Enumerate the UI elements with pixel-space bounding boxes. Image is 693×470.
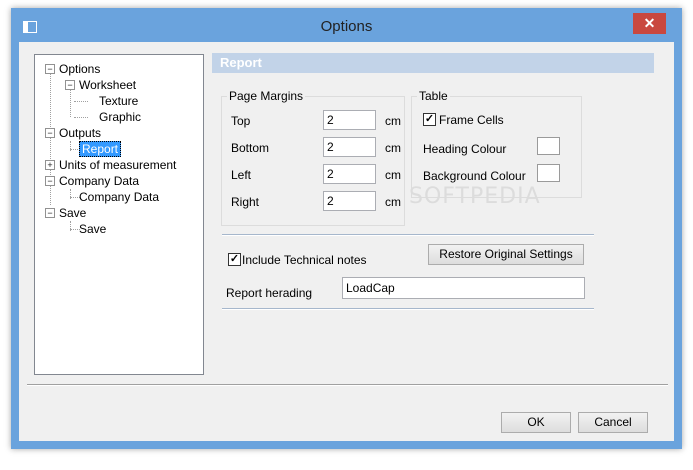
tree-line bbox=[74, 117, 88, 118]
options-window: Options ✕ − Options − Worksheet Texture … bbox=[11, 8, 682, 449]
collapse-icon[interactable]: − bbox=[45, 208, 55, 218]
unit-label: cm bbox=[385, 141, 401, 155]
tree-item-label: Worksheet bbox=[79, 78, 137, 92]
top-margin-label: Top bbox=[231, 114, 251, 128]
title-bar[interactable]: Options ✕ bbox=[11, 8, 682, 42]
tree-item-report[interactable]: Report bbox=[79, 141, 122, 157]
bottom-margin-label: Bottom bbox=[231, 141, 270, 155]
tree-item-label: Save bbox=[59, 206, 87, 220]
panel-header: Report bbox=[212, 53, 654, 73]
left-margin-input[interactable] bbox=[323, 164, 376, 184]
tree-item-label: Units of measurement bbox=[59, 158, 177, 172]
tree-item-label: Company Data bbox=[79, 190, 160, 204]
dialog-body: − Options − Worksheet Texture Graphic − … bbox=[19, 42, 674, 441]
tree-item-label: Outputs bbox=[59, 126, 102, 140]
tree-item-label: Texture bbox=[99, 94, 139, 108]
collapse-icon[interactable]: − bbox=[65, 80, 75, 90]
collapse-icon[interactable]: − bbox=[45, 176, 55, 186]
tree-item-label: Save bbox=[79, 222, 107, 236]
collapse-icon[interactable]: − bbox=[45, 128, 55, 138]
tree-item-graphic[interactable]: Graphic bbox=[99, 109, 141, 125]
ok-button[interactable]: OK bbox=[501, 412, 571, 433]
tree-item-label: Report bbox=[79, 141, 122, 157]
right-margin-input[interactable] bbox=[323, 191, 376, 211]
options-tree[interactable]: − Options − Worksheet Texture Graphic − … bbox=[34, 54, 204, 375]
close-button[interactable]: ✕ bbox=[633, 13, 666, 34]
background-colour-swatch[interactable] bbox=[537, 164, 560, 182]
unit-label: cm bbox=[385, 195, 401, 209]
restore-settings-button[interactable]: Restore Original Settings bbox=[428, 244, 584, 265]
tree-item-company-data-child[interactable]: Company Data bbox=[79, 189, 159, 205]
frame-cells-label: Frame Cells bbox=[439, 113, 504, 127]
tree-line bbox=[74, 101, 88, 102]
page-margins-title: Page Margins bbox=[227, 89, 306, 103]
report-heading-label: Report herading bbox=[226, 286, 313, 300]
cancel-button[interactable]: Cancel bbox=[578, 412, 648, 433]
tree-item-save-child[interactable]: Save bbox=[79, 221, 106, 237]
include-notes-checkbox[interactable]: ✓ bbox=[228, 253, 241, 266]
expand-icon[interactable]: + bbox=[45, 160, 55, 170]
frame-cells-checkbox[interactable]: ✓ bbox=[423, 113, 436, 126]
tree-item-label: Graphic bbox=[99, 110, 142, 124]
divider bbox=[222, 234, 594, 236]
table-group-title: Table bbox=[417, 89, 450, 103]
unit-label: cm bbox=[385, 168, 401, 182]
heading-colour-swatch[interactable] bbox=[537, 137, 560, 155]
collapse-icon[interactable]: − bbox=[45, 64, 55, 74]
tree-item-label: Options bbox=[59, 62, 101, 76]
divider bbox=[222, 308, 594, 310]
top-margin-input[interactable] bbox=[323, 110, 376, 130]
heading-colour-label: Heading Colour bbox=[423, 142, 507, 156]
bottom-margin-input[interactable] bbox=[323, 137, 376, 157]
report-heading-input[interactable] bbox=[342, 277, 585, 299]
right-margin-label: Right bbox=[231, 195, 260, 209]
include-notes-label: Include Technical notes bbox=[242, 253, 367, 267]
tree-item-texture[interactable]: Texture bbox=[99, 93, 138, 109]
footer-separator bbox=[27, 384, 668, 386]
tree-item-label: Company Data bbox=[59, 174, 140, 188]
background-colour-label: Background Colour bbox=[423, 169, 526, 183]
left-margin-label: Left bbox=[231, 168, 252, 182]
unit-label: cm bbox=[385, 114, 401, 128]
window-title: Options bbox=[320, 18, 373, 35]
